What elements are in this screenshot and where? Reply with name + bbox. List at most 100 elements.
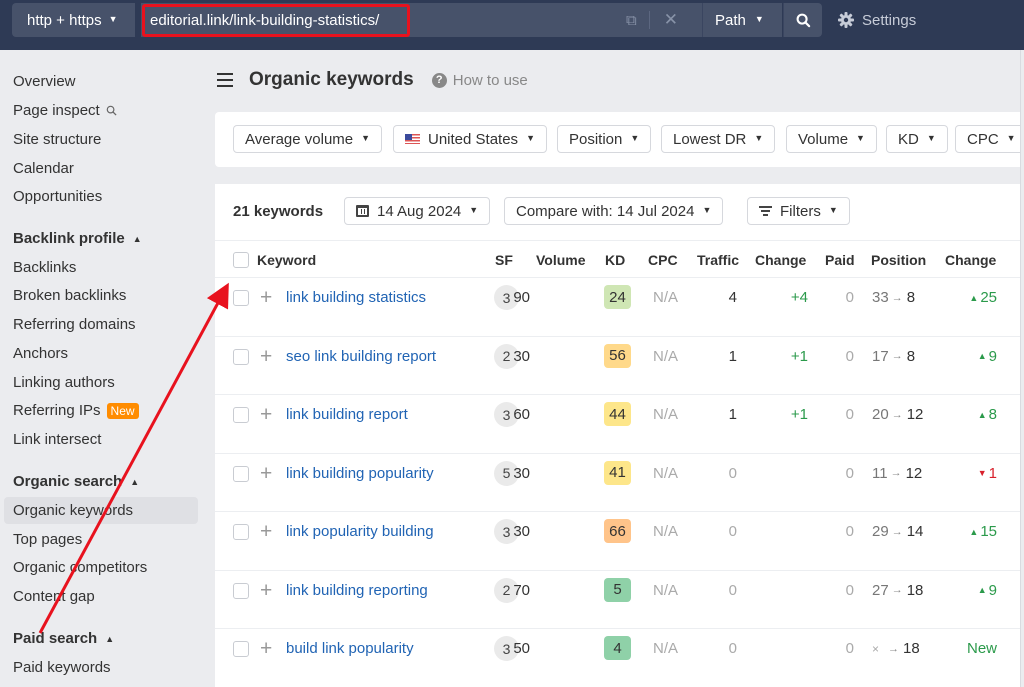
section-title: Backlink profile	[13, 230, 125, 247]
open-external-icon[interactable]: ⧉	[626, 12, 637, 29]
scrollbar-track[interactable]	[1020, 50, 1024, 687]
add-to-list-icon[interactable]: +	[260, 345, 272, 369]
sidebar-item-opportunities[interactable]: Opportunities	[4, 183, 198, 210]
sidebar-item-label: Overview	[13, 73, 76, 90]
volume-value: 50	[513, 640, 530, 657]
keyword-link[interactable]: link building reporting	[286, 582, 428, 599]
sidebar-item-top-pages[interactable]: Top pages	[4, 526, 198, 553]
search-button[interactable]	[783, 3, 822, 37]
mode-dropdown[interactable]: Path ▼	[702, 3, 782, 37]
compare-date-picker[interactable]: Compare with: 14 Jul 2024 ▼	[504, 197, 724, 225]
lowest-dr-filter[interactable]: Lowest DR ▼	[661, 125, 776, 153]
arrow-right-icon: →	[890, 467, 902, 479]
position-filter[interactable]: Position ▼	[557, 125, 652, 153]
caret-down-icon: ▼	[856, 133, 865, 143]
keyword-link[interactable]: build link popularity	[286, 640, 414, 657]
column-keyword[interactable]: Keyword	[257, 252, 316, 268]
sidebar-item-referring-domains[interactable]: Referring domains	[4, 311, 198, 338]
sidebar-item-calendar[interactable]: Calendar	[4, 155, 198, 182]
column-position[interactable]: Position	[871, 252, 926, 268]
kd-filter[interactable]: KD ▼	[886, 125, 948, 153]
sidebar-section-backlink-profile[interactable]: Backlink profile ▲	[4, 225, 198, 252]
kd-badge: 5	[604, 577, 631, 602]
settings-button[interactable]: Settings	[838, 3, 916, 37]
sidebar-item-anchors[interactable]: Anchors	[4, 340, 198, 367]
column-sf[interactable]: SF	[495, 252, 513, 268]
triangle-up-icon: ▲	[969, 526, 979, 537]
sidebar-item-organic-keywords[interactable]: Organic keywords	[4, 497, 198, 524]
position-value: 33 → 8	[872, 289, 915, 306]
sidebar-item-page-inspect[interactable]: Page inspect	[4, 97, 198, 124]
sidebar-item-backlinks[interactable]: Backlinks	[4, 254, 198, 281]
caret-down-icon: ▼	[754, 14, 764, 24]
sidebar-item-overview[interactable]: Overview	[4, 68, 198, 95]
position-from: ×	[872, 641, 880, 656]
column-traffic-change[interactable]: Change	[755, 252, 806, 268]
sidebar-item-referring-ips[interactable]: Referring IPs New	[4, 397, 198, 424]
column-paid[interactable]: Paid	[825, 252, 855, 268]
column-traffic[interactable]: Traffic	[697, 252, 739, 268]
add-to-list-icon[interactable]: +	[260, 520, 272, 544]
row-checkbox[interactable]	[233, 641, 249, 657]
how-to-use-link[interactable]: ? How to use	[431, 71, 528, 89]
position-change: New	[967, 640, 997, 657]
sidebar-item-paid-keywords[interactable]: Paid keywords	[4, 654, 198, 681]
how-to-use-label: How to use	[452, 71, 528, 89]
keyword-link[interactable]: link popularity building	[286, 523, 434, 540]
column-position-change[interactable]: Change	[945, 252, 996, 268]
add-to-list-icon[interactable]: +	[260, 462, 272, 486]
date-label: 14 Aug 2024	[377, 202, 462, 220]
select-all-checkbox[interactable]	[233, 252, 249, 268]
url-input[interactable]: editorial.link/link-building-statistics/	[141, 3, 619, 37]
volume-value: 30	[513, 523, 530, 540]
table-header: Keyword SF Volume KD CPC Traffic Change …	[215, 240, 1020, 278]
row-checkbox[interactable]	[233, 407, 249, 423]
row-checkbox[interactable]	[233, 348, 249, 365]
traffic-value: 0	[728, 523, 737, 540]
row-checkbox[interactable]	[233, 582, 249, 599]
clear-icon[interactable]: ✕	[664, 10, 678, 30]
protocol-dropdown[interactable]: http + https ▼	[12, 3, 135, 37]
filters-button[interactable]: Filters ▼	[747, 197, 850, 225]
add-to-list-icon[interactable]: +	[260, 286, 272, 310]
column-kd[interactable]: KD	[605, 252, 625, 268]
sidebar-item-content-gap[interactable]: Content gap	[4, 583, 198, 610]
keyword-link[interactable]: seo link building report	[286, 348, 436, 365]
sidebar-item-linking-authors[interactable]: Linking authors	[4, 369, 198, 396]
top-bar: http + https ▼ editorial.link/link-build…	[0, 0, 1024, 50]
position-to: 8	[906, 289, 916, 306]
volume-filter[interactable]: Volume ▼	[786, 125, 877, 153]
add-to-list-icon[interactable]: +	[260, 579, 272, 603]
position-change-value: 9	[988, 347, 997, 365]
sidebar-item-site-structure[interactable]: Site structure	[4, 126, 198, 153]
position-to: 12	[905, 464, 923, 482]
row-checkbox[interactable]	[233, 290, 249, 306]
sidebar-item-organic-competitors[interactable]: Organic competitors	[4, 554, 198, 581]
add-to-list-icon[interactable]: +	[260, 403, 272, 427]
keyword-link[interactable]: link building popularity	[286, 465, 434, 482]
keyword-link[interactable]: link building report	[286, 406, 408, 423]
position-from: 29	[872, 523, 889, 540]
menu-icon[interactable]	[217, 73, 233, 87]
country-dropdown[interactable]: United States ▼	[393, 125, 547, 153]
sidebar-section-organic-search[interactable]: Organic search ▲	[4, 468, 198, 495]
volume-value: 70	[513, 581, 530, 599]
filter-label: Position	[569, 130, 623, 148]
sidebar-item-label: Paid keywords	[13, 659, 111, 676]
column-volume[interactable]: Volume	[536, 252, 586, 268]
caret-down-icon: ▼	[630, 133, 640, 143]
sidebar-item-broken-backlinks[interactable]: Broken backlinks	[4, 282, 198, 309]
position-change-value: New	[966, 640, 997, 657]
volume-mode-dropdown[interactable]: Average volume ▼	[233, 125, 383, 153]
cpc-filter[interactable]: CPC ▼	[955, 125, 1020, 153]
keyword-link[interactable]: link building statistics	[286, 289, 426, 306]
row-checkbox[interactable]	[233, 524, 249, 540]
row-checkbox[interactable]	[233, 465, 249, 482]
date-picker[interactable]: 14 Aug 2024 ▼	[344, 197, 491, 225]
sidebar-item-link-intersect[interactable]: Link intersect	[4, 426, 198, 453]
sidebar-item-label: Referring domains	[13, 316, 136, 333]
add-to-list-icon[interactable]: +	[260, 637, 272, 661]
caret-up-icon: ▲	[130, 476, 140, 487]
sidebar-section-paid-search[interactable]: Paid search ▲	[4, 625, 198, 652]
column-cpc[interactable]: CPC	[648, 252, 678, 268]
